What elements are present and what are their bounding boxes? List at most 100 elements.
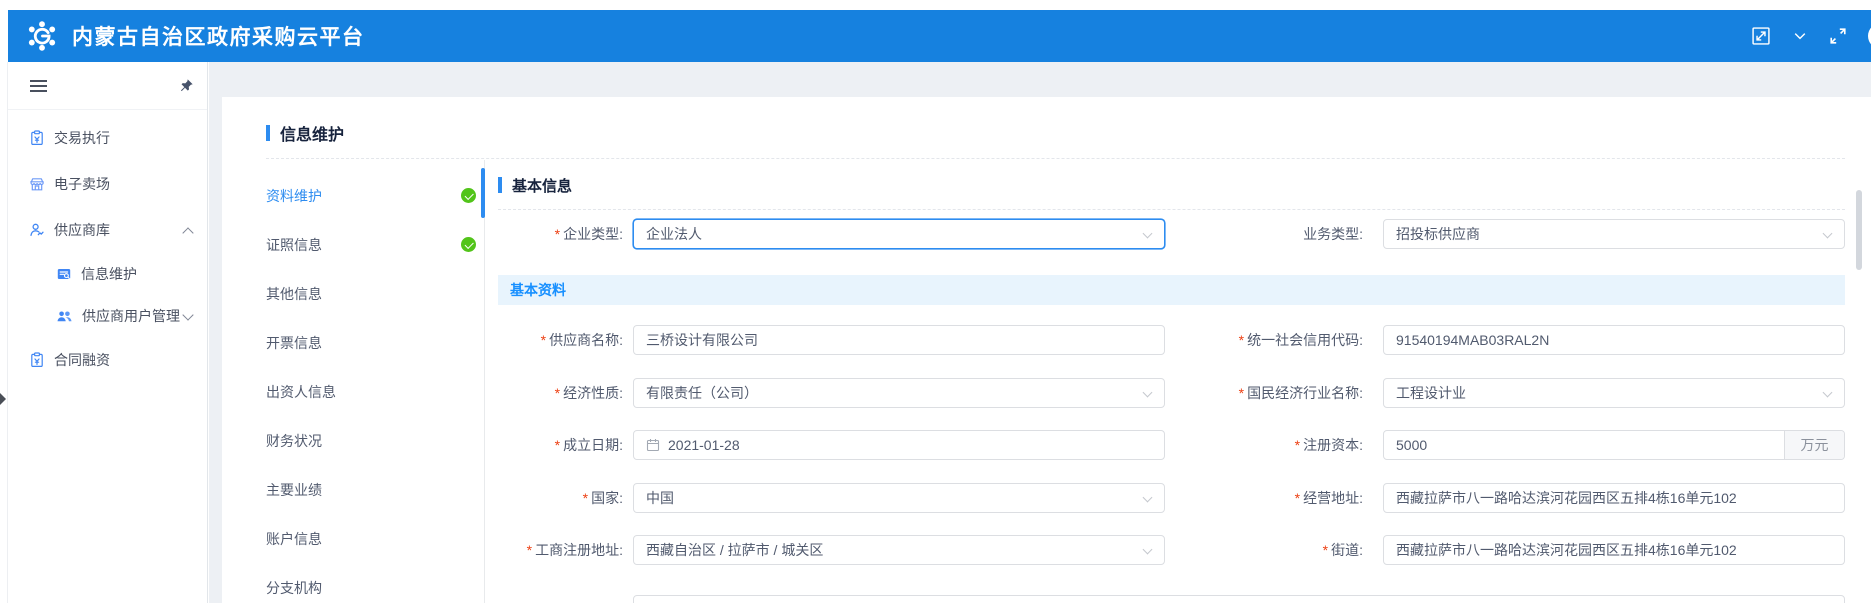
unit-suffix: 万元 — [1784, 431, 1844, 459]
form-row: * 企业类型: 企业法人 业务类型: 招投标供应商 — [498, 219, 1845, 249]
clipboard-yen-icon — [29, 352, 45, 368]
form-row: * 工商注册地址: 西藏自治区 / 拉萨市 / 城关区 * 街道: 西藏拉萨市八… — [498, 535, 1845, 565]
tab-finance[interactable]: 财务状况 — [266, 416, 480, 465]
required-mark: * — [555, 385, 560, 401]
field-label: * 注册资本: — [1165, 435, 1383, 455]
country-select[interactable]: 中国 — [633, 483, 1165, 513]
sidebar: 交易执行 电子卖场 供应商库 — [7, 62, 208, 603]
page-title: 信息维护 — [280, 121, 344, 145]
page-scrollbar-thumb[interactable] — [1856, 190, 1862, 270]
panel-collapse-handle[interactable] — [0, 393, 6, 405]
window-resize-icon[interactable] — [1750, 25, 1772, 47]
field-label: * 供应商名称: — [498, 330, 633, 350]
required-mark: * — [527, 542, 532, 558]
nav-divider — [484, 160, 485, 603]
section-accent-bar — [498, 177, 502, 193]
chevron-down-icon — [1143, 229, 1153, 239]
supplier-person-icon — [29, 222, 45, 238]
required-mark: * — [583, 490, 588, 506]
check-icon — [461, 237, 476, 252]
tab-other[interactable]: 其他信息 — [266, 269, 480, 318]
required-mark: * — [1323, 542, 1328, 558]
chevron-up-icon — [182, 227, 193, 238]
subsection-basic-profile: 基本资料 — [498, 275, 1845, 305]
sidebar-item-contract-financing[interactable]: 合同融资 — [8, 337, 207, 383]
chevron-down-icon[interactable] — [1792, 28, 1808, 44]
required-mark: * — [1295, 437, 1300, 453]
field-label: * 经济性质: — [498, 383, 633, 403]
form-row: * 成立日期: 2021-01-28 * 注册资本: — [498, 430, 1845, 460]
sidebar-item-info-maintenance[interactable]: 信息维护 — [8, 253, 207, 295]
form-row: * 国家: 中国 * 经营地址: 西藏拉萨市八一路哈达滨河花园西区五排4栋16单… — [498, 483, 1845, 513]
required-mark: * — [541, 332, 546, 348]
field-label: * 国民经济行业名称: — [1165, 383, 1383, 403]
divider — [498, 209, 1845, 210]
divider — [266, 158, 1845, 159]
users-icon — [56, 308, 73, 324]
hamburger-menu-icon[interactable] — [30, 79, 47, 93]
field-label: * 街道: — [1165, 540, 1383, 560]
sidebar-item-e-marketplace[interactable]: 电子卖场 — [8, 161, 207, 207]
field-label: * 统一社会信用代码: — [1165, 330, 1383, 350]
sidebar-item-trade-execution[interactable]: 交易执行 — [8, 115, 207, 161]
required-mark: * — [1295, 490, 1300, 506]
fullscreen-icon[interactable] — [1828, 26, 1848, 46]
partial-bottom-input[interactable] — [633, 595, 1845, 603]
main-background: 信息维护 资料维护 证照信息 其他信息 开票信息 出资人信息 财务状况 主要业绩… — [209, 62, 1871, 603]
registered-capital-input[interactable]: 5000 万元 — [1383, 430, 1845, 460]
tab-license[interactable]: 证照信息 — [266, 220, 480, 269]
form-row-partial — [498, 595, 1845, 603]
logo-flower-g-icon — [25, 19, 59, 53]
field-label: * 国家: — [498, 488, 633, 508]
storefront-icon — [29, 176, 45, 192]
required-mark: * — [1239, 332, 1244, 348]
supplier-name-input[interactable]: 三桥设计有限公司 — [633, 325, 1165, 355]
field-label: * 经营地址: — [1165, 488, 1383, 508]
form-content: 基本信息 * 企业类型: 企业法人 业务类型: 招投标供应商 — [498, 177, 1845, 603]
tab-investor[interactable]: 出资人信息 — [266, 367, 480, 416]
chevron-down-icon — [1143, 545, 1153, 555]
sidebar-item-supplier-library[interactable]: 供应商库 — [8, 207, 207, 253]
business-type-select[interactable]: 招投标供应商 — [1383, 219, 1845, 249]
field-label: * 成立日期: — [498, 435, 633, 455]
field-label: 业务类型: — [1165, 224, 1383, 244]
form-row: * 经济性质: 有限责任（公司） * 国民经济行业名称: 工程设计业 — [498, 378, 1845, 408]
sidebar-item-supplier-user-mgmt[interactable]: 供应商用户管理 — [8, 295, 207, 337]
tab-performance[interactable]: 主要业绩 — [266, 465, 480, 514]
enterprise-type-select[interactable]: 企业法人 — [633, 219, 1165, 249]
registered-address-cascader[interactable]: 西藏自治区 / 拉萨市 / 城关区 — [633, 535, 1165, 565]
app-title: 内蒙古自治区政府采购云平台 — [72, 21, 365, 51]
nav-scrollbar-thumb[interactable] — [481, 168, 485, 218]
chevron-down-icon — [1143, 493, 1153, 503]
required-mark: * — [555, 437, 560, 453]
clipboard-yen-icon — [29, 130, 45, 146]
business-address-input[interactable]: 西藏拉萨市八一路哈达滨河花园西区五排4栋16单元102 — [1383, 483, 1845, 513]
section-title-basic-info: 基本信息 — [512, 175, 572, 196]
chevron-down-icon — [182, 309, 193, 320]
field-label: * 企业类型: — [498, 224, 633, 244]
tab-branch[interactable]: 分支机构 — [266, 563, 480, 603]
calendar-icon — [646, 438, 660, 452]
economic-nature-select[interactable]: 有限责任（公司） — [633, 378, 1165, 408]
chevron-down-icon — [1823, 388, 1833, 398]
title-accent-bar — [266, 125, 270, 141]
tab-invoice[interactable]: 开票信息 — [266, 318, 480, 367]
required-mark: * — [1239, 385, 1244, 401]
tab-account[interactable]: 账户信息 — [266, 514, 480, 563]
tab-profile[interactable]: 资料维护 — [266, 171, 480, 220]
street-input[interactable]: 西藏拉萨市八一路哈达滨河花园西区五排4栋16单元102 — [1383, 535, 1845, 565]
required-mark: * — [555, 226, 560, 242]
check-icon — [461, 188, 476, 203]
chevron-down-icon — [1823, 229, 1833, 239]
doc-search-icon — [56, 266, 72, 282]
form-row: * 供应商名称: 三桥设计有限公司 * 统一社会信用代码: 91540194MA… — [498, 325, 1845, 355]
content-card: 信息维护 资料维护 证照信息 其他信息 开票信息 出资人信息 财务状况 主要业绩… — [222, 97, 1871, 603]
establish-date-picker[interactable]: 2021-01-28 — [633, 430, 1165, 460]
industry-name-select[interactable]: 工程设计业 — [1383, 378, 1845, 408]
chevron-down-icon — [1143, 388, 1153, 398]
field-label: * 工商注册地址: — [498, 540, 633, 560]
pin-icon[interactable] — [179, 78, 194, 93]
app-header: 内蒙古自治区政府采购云平台 — [8, 10, 1871, 62]
credit-code-input[interactable]: 91540194MAB03RAL2N — [1383, 325, 1845, 355]
section-tab-nav: 资料维护 证照信息 其他信息 开票信息 出资人信息 财务状况 主要业绩 账户信息… — [266, 171, 480, 603]
